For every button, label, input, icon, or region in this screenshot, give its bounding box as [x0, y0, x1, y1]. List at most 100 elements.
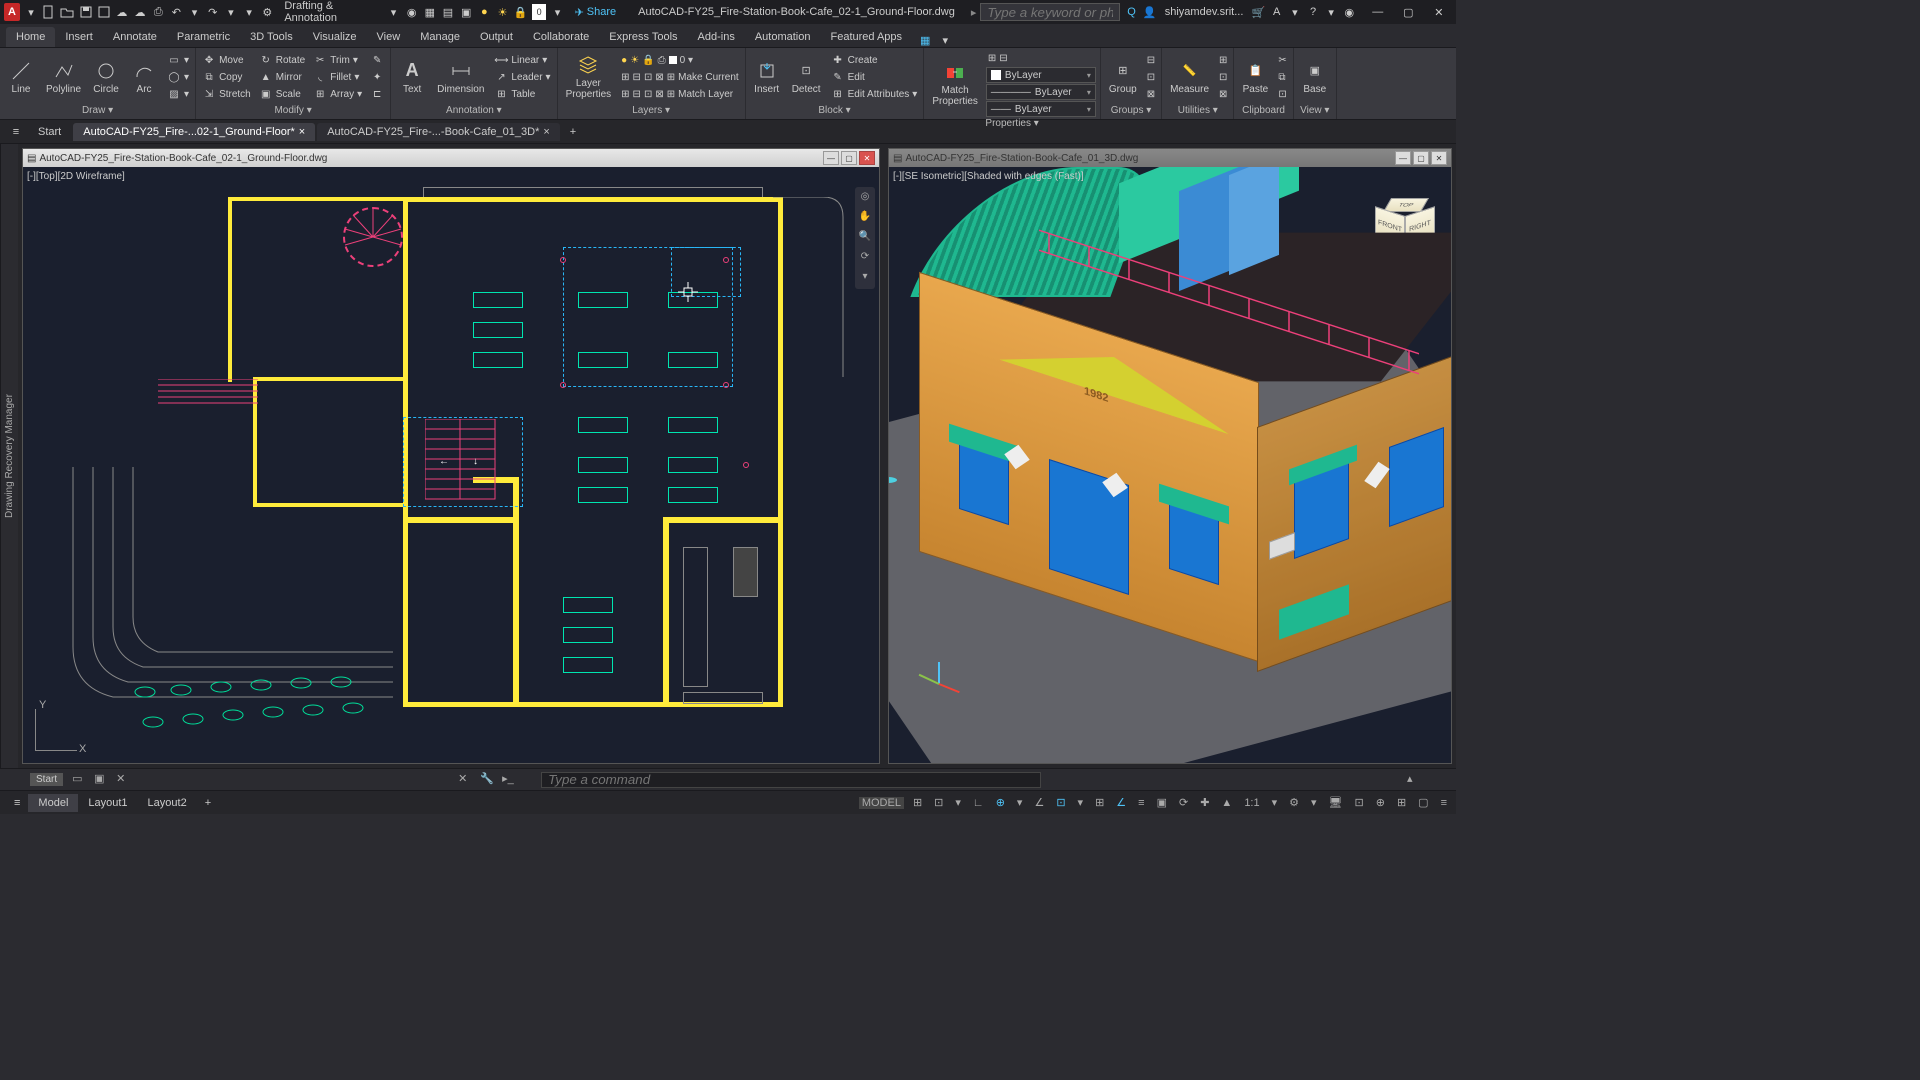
polyline-button[interactable]: Polyline	[42, 58, 85, 97]
u1-button[interactable]: ⊞	[1217, 52, 1229, 68]
tab-extras-icon[interactable]: ▦	[912, 34, 938, 47]
cmd-close-icon[interactable]: ✕	[458, 772, 474, 788]
mirror-button[interactable]: ▲Mirror	[257, 69, 307, 85]
tab-output[interactable]: Output	[470, 27, 523, 47]
dimension-button[interactable]: Dimension	[433, 58, 488, 97]
snap-dd-icon[interactable]: ▾	[952, 796, 964, 809]
linetype-dropdown[interactable]: ———— ByLayer	[986, 84, 1096, 100]
doc-tab-1[interactable]: AutoCAD-FY25_Fire-...02-1_Ground-Floor*×	[73, 123, 315, 141]
search-go-icon[interactable]: Q	[1124, 4, 1138, 20]
qa-icon-4[interactable]: ▣	[459, 4, 473, 20]
tab-insert[interactable]: Insert	[55, 27, 103, 47]
doc-tab-2[interactable]: AutoCAD-FY25_Fire-...-Book-Cafe_01_3D*×	[317, 123, 560, 141]
status-model-badge[interactable]: MODEL	[859, 797, 904, 809]
move-button[interactable]: ✥Move	[200, 52, 253, 68]
osnap-toggle-icon[interactable]: ⊡	[1053, 796, 1068, 809]
gr3-button[interactable]: ⊠	[1145, 86, 1157, 102]
start-tab[interactable]: Start	[28, 123, 71, 141]
annovis-icon[interactable]: ⊡	[1352, 796, 1367, 809]
help-icon[interactable]: ?	[1306, 4, 1320, 20]
open-icon[interactable]	[60, 4, 74, 20]
doctabs-menu-icon[interactable]: ≡	[6, 126, 26, 138]
nav-wheel-icon[interactable]: ◎	[858, 191, 872, 205]
app-logo[interactable]: A	[4, 3, 20, 21]
tab1-close-icon[interactable]: ×	[299, 126, 305, 138]
lineweight-dropdown[interactable]: —— ByLayer	[986, 101, 1096, 117]
qa-icon-1[interactable]: ◉	[405, 4, 419, 20]
vp-min-icon[interactable]: —	[823, 151, 839, 165]
cmd-expand-icon[interactable]: ▴	[1407, 772, 1423, 788]
command-input[interactable]	[541, 772, 1041, 788]
cloud-open-icon[interactable]: ☁	[115, 4, 129, 20]
appstore-dd-icon[interactable]: ▾	[1288, 4, 1302, 20]
tab2-close-icon[interactable]: ×	[543, 126, 549, 138]
line-button[interactable]: Line	[4, 58, 38, 97]
customize-status-icon[interactable]: ≡	[1438, 797, 1450, 809]
block-attr-button[interactable]: ⊞Edit Attributes ▾	[829, 86, 920, 102]
tab-expresstools[interactable]: Express Tools	[599, 27, 687, 47]
save-icon[interactable]	[78, 4, 92, 20]
copy2-button[interactable]: ⧉	[1276, 69, 1288, 85]
vp-close-icon[interactable]: ✕	[859, 151, 875, 165]
vp2-max-icon[interactable]: ▢	[1413, 151, 1429, 165]
detect-button[interactable]: ⊡Detect	[788, 58, 825, 97]
otrack-toggle-icon[interactable]: ∠	[1113, 796, 1129, 809]
tab-annotate[interactable]: Annotate	[103, 27, 167, 47]
appstore-icon[interactable]: A	[1270, 4, 1284, 20]
nav-more-icon[interactable]: ▾	[858, 271, 872, 285]
paste-button[interactable]: 📋Paste	[1238, 58, 1272, 97]
drawing-recovery-panel[interactable]: Drawing Recovery Manager	[0, 144, 18, 768]
undo-dd-icon[interactable]: ▾	[187, 4, 201, 20]
layer-match-row[interactable]: ⊞⊟⊡⊠⊞Match Layer	[619, 86, 741, 102]
cloud-save-icon[interactable]: ☁	[133, 4, 147, 20]
nav-orbit-icon[interactable]: ⟳	[858, 251, 872, 265]
layer-dd-icon[interactable]: ▾	[550, 4, 564, 20]
title-arrow-icon[interactable]: ▸	[971, 6, 977, 19]
tab-featuredapps[interactable]: Featured Apps	[820, 27, 912, 47]
plot-icon[interactable]: ⎙	[151, 4, 165, 20]
redo-icon[interactable]: ↷	[206, 4, 220, 20]
array-button[interactable]: ⊞Array ▾	[311, 86, 364, 102]
tab-view[interactable]: View	[367, 27, 411, 47]
ws-status-icon[interactable]: ▾	[1308, 796, 1320, 809]
pr1-icon[interactable]: ⊞	[988, 53, 996, 64]
add-layout-button[interactable]: +	[197, 797, 219, 809]
cmd-i2-icon[interactable]: ▣	[94, 772, 110, 788]
group-button[interactable]: ⊞Group	[1105, 58, 1141, 97]
tab-collaborate[interactable]: Collaborate	[523, 27, 599, 47]
ann-scale-icon[interactable]: ▲	[1218, 797, 1235, 809]
scale-label[interactable]: 1:1	[1241, 797, 1262, 809]
ortho-toggle-icon[interactable]: ∟	[970, 797, 987, 809]
layout1-tab[interactable]: Layout1	[78, 794, 137, 812]
gr1-button[interactable]: ⊟	[1145, 52, 1157, 68]
viewport-2d-label[interactable]: [-][Top][2D Wireframe]	[27, 171, 125, 182]
draw-hatch-button[interactable]: ▨▾	[165, 86, 191, 102]
scale-button[interactable]: ▣Scale	[257, 86, 307, 102]
monitor-icon[interactable]: 🖥	[1326, 796, 1346, 809]
search-input[interactable]	[980, 3, 1120, 21]
gear-status-icon[interactable]: ⚙	[1286, 796, 1302, 809]
layout2-tab[interactable]: Layout2	[138, 794, 197, 812]
circle-button[interactable]: Circle	[89, 58, 123, 97]
new-icon[interactable]	[42, 4, 56, 20]
linear-button[interactable]: ⟷Linear ▾	[492, 52, 552, 68]
minimize-button[interactable]: —	[1364, 1, 1391, 23]
hw-accel-icon[interactable]: ⊕	[1373, 796, 1388, 809]
ribbon-collapse-icon[interactable]: ▾	[938, 34, 952, 47]
snap-toggle-icon[interactable]: ⊡	[931, 796, 946, 809]
pr2-icon[interactable]: ⊟	[999, 53, 1007, 64]
polar-toggle-icon[interactable]: ⊕	[993, 796, 1008, 809]
viewport-2d-canvas[interactable]: ◎ ✋ 🔍 ⟳ ▾	[23, 167, 879, 763]
transp-toggle-icon[interactable]: ▣	[1154, 796, 1170, 809]
layer-properties-button[interactable]: Layer Properties	[562, 52, 616, 102]
trim-button[interactable]: ✂Trim ▾	[311, 52, 364, 68]
osnap-dd-icon[interactable]: ▾	[1075, 796, 1087, 809]
tab-parametric[interactable]: Parametric	[167, 27, 240, 47]
nav-zoom-icon[interactable]: 🔍	[858, 231, 872, 245]
workspace-dd-icon[interactable]: ▾	[386, 4, 400, 20]
user-name[interactable]: shiyamdev.srit...	[1161, 6, 1248, 18]
insert-button[interactable]: Insert	[750, 58, 784, 97]
lwt-toggle-icon[interactable]: ≡	[1135, 797, 1147, 809]
color-dropdown[interactable]: ByLayer	[986, 67, 1096, 83]
rotate-button[interactable]: ↻Rotate	[257, 52, 307, 68]
